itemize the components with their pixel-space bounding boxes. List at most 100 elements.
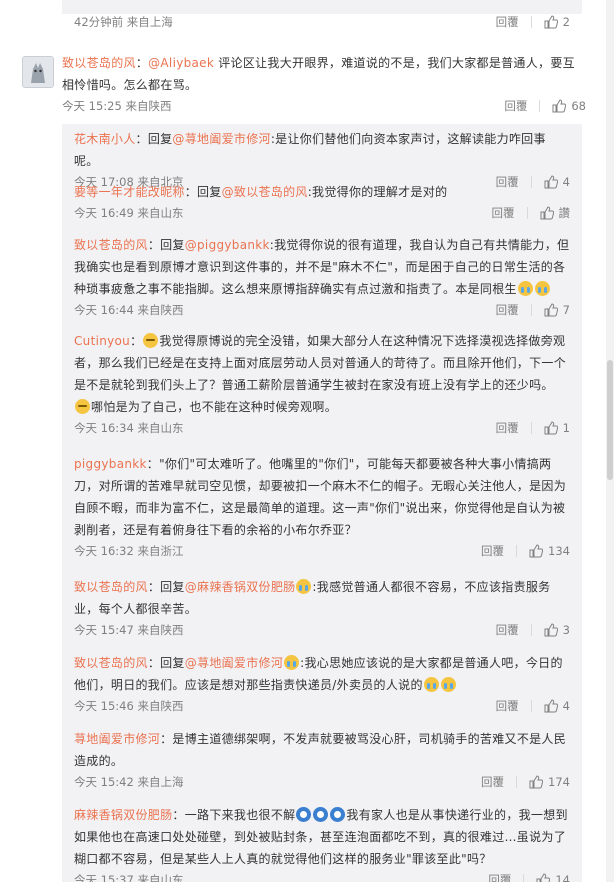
mention-link[interactable]: @荨地阖爱市修河	[185, 656, 283, 670]
reply-button[interactable]: 回覆	[504, 96, 527, 116]
crying-emoji-icon	[284, 655, 300, 670]
mention-link[interactable]: @piggybankk	[185, 238, 270, 252]
like-count: 134	[548, 544, 570, 558]
main-comment-body: 致以苍岛的风：@Aliybaek 评论区让我大开眼界，难道说的不是，我们大家都是…	[62, 52, 586, 116]
reply-text: 荨地阖爱市修河：是博主道德绑架啊，不发声就要被骂没心肝，司机骑手的苦难又不是人民…	[74, 728, 570, 772]
reply-meta: 今天 15:46 来自陕西 回覆 4	[74, 696, 570, 716]
reply-button[interactable]: 回覆	[488, 870, 511, 882]
reply-button[interactable]: 回覆	[481, 541, 504, 561]
reply-button[interactable]: 回覆	[492, 203, 515, 223]
reply-meta: 今天 15:47 来自陕西 回覆 3	[74, 620, 570, 640]
reply-prefix: ：回复	[147, 238, 185, 252]
author-name[interactable]: Cutinyou	[74, 334, 130, 348]
thumbs-up-icon	[544, 421, 558, 435]
reply-time: 今天 15:37	[74, 873, 134, 882]
reply-time: 今天 16:49	[74, 206, 134, 220]
divider	[530, 700, 532, 712]
colon: ：	[135, 56, 149, 70]
crying-emoji-icon	[534, 281, 550, 296]
reply-prefix: ：回复	[147, 580, 185, 594]
thumbs-up-icon	[544, 15, 558, 29]
reply-text: 致以苍岛的风：回复@荨地阖爱市修河:我心思她应该说的是大家都是普通人吧，今日的他…	[74, 652, 570, 696]
reply-location: 来自陕西	[137, 303, 184, 317]
reply-meta: 今天 15:37 来自山东 回覆 14	[74, 870, 570, 882]
reply-time: 42分钟前	[74, 15, 124, 29]
scrollbar-thumb[interactable]	[607, 360, 613, 480]
like-count: 174	[548, 775, 570, 789]
thumbs-up-icon	[544, 699, 558, 713]
reply-time: 今天 15:46	[74, 699, 134, 713]
reply-button[interactable]: 回覆	[496, 620, 519, 640]
reply-text: 致以苍岛的风：回复@piggybankk:我觉得你说的很有道理，我自认为自己有共…	[74, 234, 570, 300]
reply-location: 来自山东	[137, 206, 184, 220]
previous-reply-meta: 42分钟前 来自上海 回覆 2	[74, 12, 570, 32]
author-name[interactable]: 要等一年才能改昵称	[74, 185, 185, 199]
divider	[530, 624, 532, 636]
reply-button[interactable]: 回覆	[496, 12, 519, 32]
scrollbar[interactable]	[606, 0, 614, 882]
reply-button[interactable]: 回覆	[496, 300, 519, 320]
author-name[interactable]: 致以苍岛的风	[74, 656, 148, 670]
sweat-emoji-icon	[75, 399, 90, 414]
crying-emoji-icon	[296, 579, 312, 594]
reply-meta: 今天 16:49 来自山东 回覆 讚	[74, 203, 570, 223]
mention-link[interactable]: @Aliybaek	[148, 56, 214, 70]
thumbs-up-icon	[552, 99, 567, 113]
like-count: 4	[562, 699, 570, 713]
reply-item: 麻辣香锅双份肥肠：一路下来我也很不解 我有家人也是从事快递行业的，我一想到如果他也…	[62, 804, 582, 882]
divider	[530, 304, 532, 316]
reply-prefix: ：	[172, 808, 185, 822]
divider	[516, 545, 518, 557]
like-count: 14	[555, 873, 570, 882]
like-button[interactable]: 4	[544, 696, 570, 716]
like-button[interactable]: 134	[529, 541, 570, 561]
reply-item: Cutinyou： 我觉得原博说的完全没错，如果大部分人在这种情况下选择漠视选择做…	[62, 330, 582, 438]
scared-emoji-icon	[313, 807, 329, 822]
reply-item: 荨地阖爱市修河：是博主道德绑架啊，不发声就要被骂没心肝，司机骑手的苦难又不是人民…	[62, 728, 582, 792]
thumbs-up-icon	[544, 303, 558, 317]
author-name[interactable]: 荨地阖爱市修河	[74, 732, 160, 746]
reply-time: 今天 15:42	[74, 775, 134, 789]
author-name[interactable]: 麻辣香锅双份肥肠	[74, 808, 172, 822]
reply-button[interactable]: 回覆	[496, 418, 519, 438]
like-button[interactable]: 68	[552, 96, 586, 116]
like-button[interactable]: 2	[544, 12, 570, 32]
divider	[526, 207, 528, 219]
comment-thread: 42分钟前 来自上海 回覆 2 致以苍岛的风：@Aliybaek 评论区让我大开…	[0, 0, 614, 882]
reply-time: 今天 16:32	[74, 544, 134, 558]
crying-emoji-icon	[423, 677, 439, 692]
reply-location: 来自陕西	[137, 699, 184, 713]
reply-content: :我觉得你的理解才是对的	[307, 185, 448, 199]
sweat-emoji-icon	[143, 333, 159, 348]
reply-button[interactable]: 回覆	[481, 772, 504, 792]
reply-text: 麻辣香锅双份肥肠：一路下来我也很不解 我有家人也是从事快递行业的，我一想到如果他也…	[74, 804, 570, 870]
like-button[interactable]: 讚	[540, 203, 570, 223]
comment-location: 来自陕西	[125, 99, 172, 113]
like-button[interactable]: 3	[544, 620, 570, 640]
crying-emoji-icon	[440, 677, 456, 692]
reply-list: 花木南小人：回复@荨地阖爱市修河:是让你们替他们向资本家声讨，这解读能力咋回事呢…	[62, 124, 582, 882]
comment-text: 致以苍岛的风：@Aliybaek 评论区让我大开眼界，难道说的不是，我们大家都是…	[62, 52, 586, 96]
avatar[interactable]	[22, 56, 54, 88]
author-name[interactable]: 花木南小人	[74, 132, 136, 146]
author-name[interactable]: 致以苍岛的风	[74, 238, 148, 252]
like-button[interactable]: 14	[536, 870, 570, 882]
reply-text: piggybankk："你们"可太难听了。他嘴里的"你们"，可能每天都要被各种大…	[74, 453, 570, 541]
like-button[interactable]: 7	[544, 300, 570, 320]
author-name[interactable]: piggybankk	[74, 457, 147, 471]
like-button[interactable]: 174	[529, 772, 570, 792]
like-button[interactable]: 1	[544, 418, 570, 438]
thumbs-up-icon	[540, 206, 554, 220]
thumbs-up-icon	[544, 623, 558, 637]
reply-button[interactable]: 回覆	[496, 696, 519, 716]
reply-meta: 今天 16:44 来自陕西 回覆 7	[74, 300, 570, 320]
author-name[interactable]: 致以苍岛的风	[62, 56, 136, 70]
reply-content-2: 哪怕是为了自己，也不能在这种时候旁观啊。	[91, 400, 338, 414]
reply-meta: 今天 16:34 来自山东 回覆 1	[74, 418, 570, 438]
reply-item: 致以苍岛的风：回复@荨地阖爱市修河:我心思她应该说的是大家都是普通人吧，今日的他…	[62, 652, 582, 716]
mention-link[interactable]: @麻辣香锅双份肥肠	[185, 580, 296, 594]
author-name[interactable]: 致以苍岛的风	[74, 580, 148, 594]
mention-link[interactable]: @荨地阖爱市修河	[172, 132, 270, 146]
reply-time: 今天 16:34	[74, 421, 134, 435]
mention-link[interactable]: @致以苍岛的风	[222, 185, 308, 199]
